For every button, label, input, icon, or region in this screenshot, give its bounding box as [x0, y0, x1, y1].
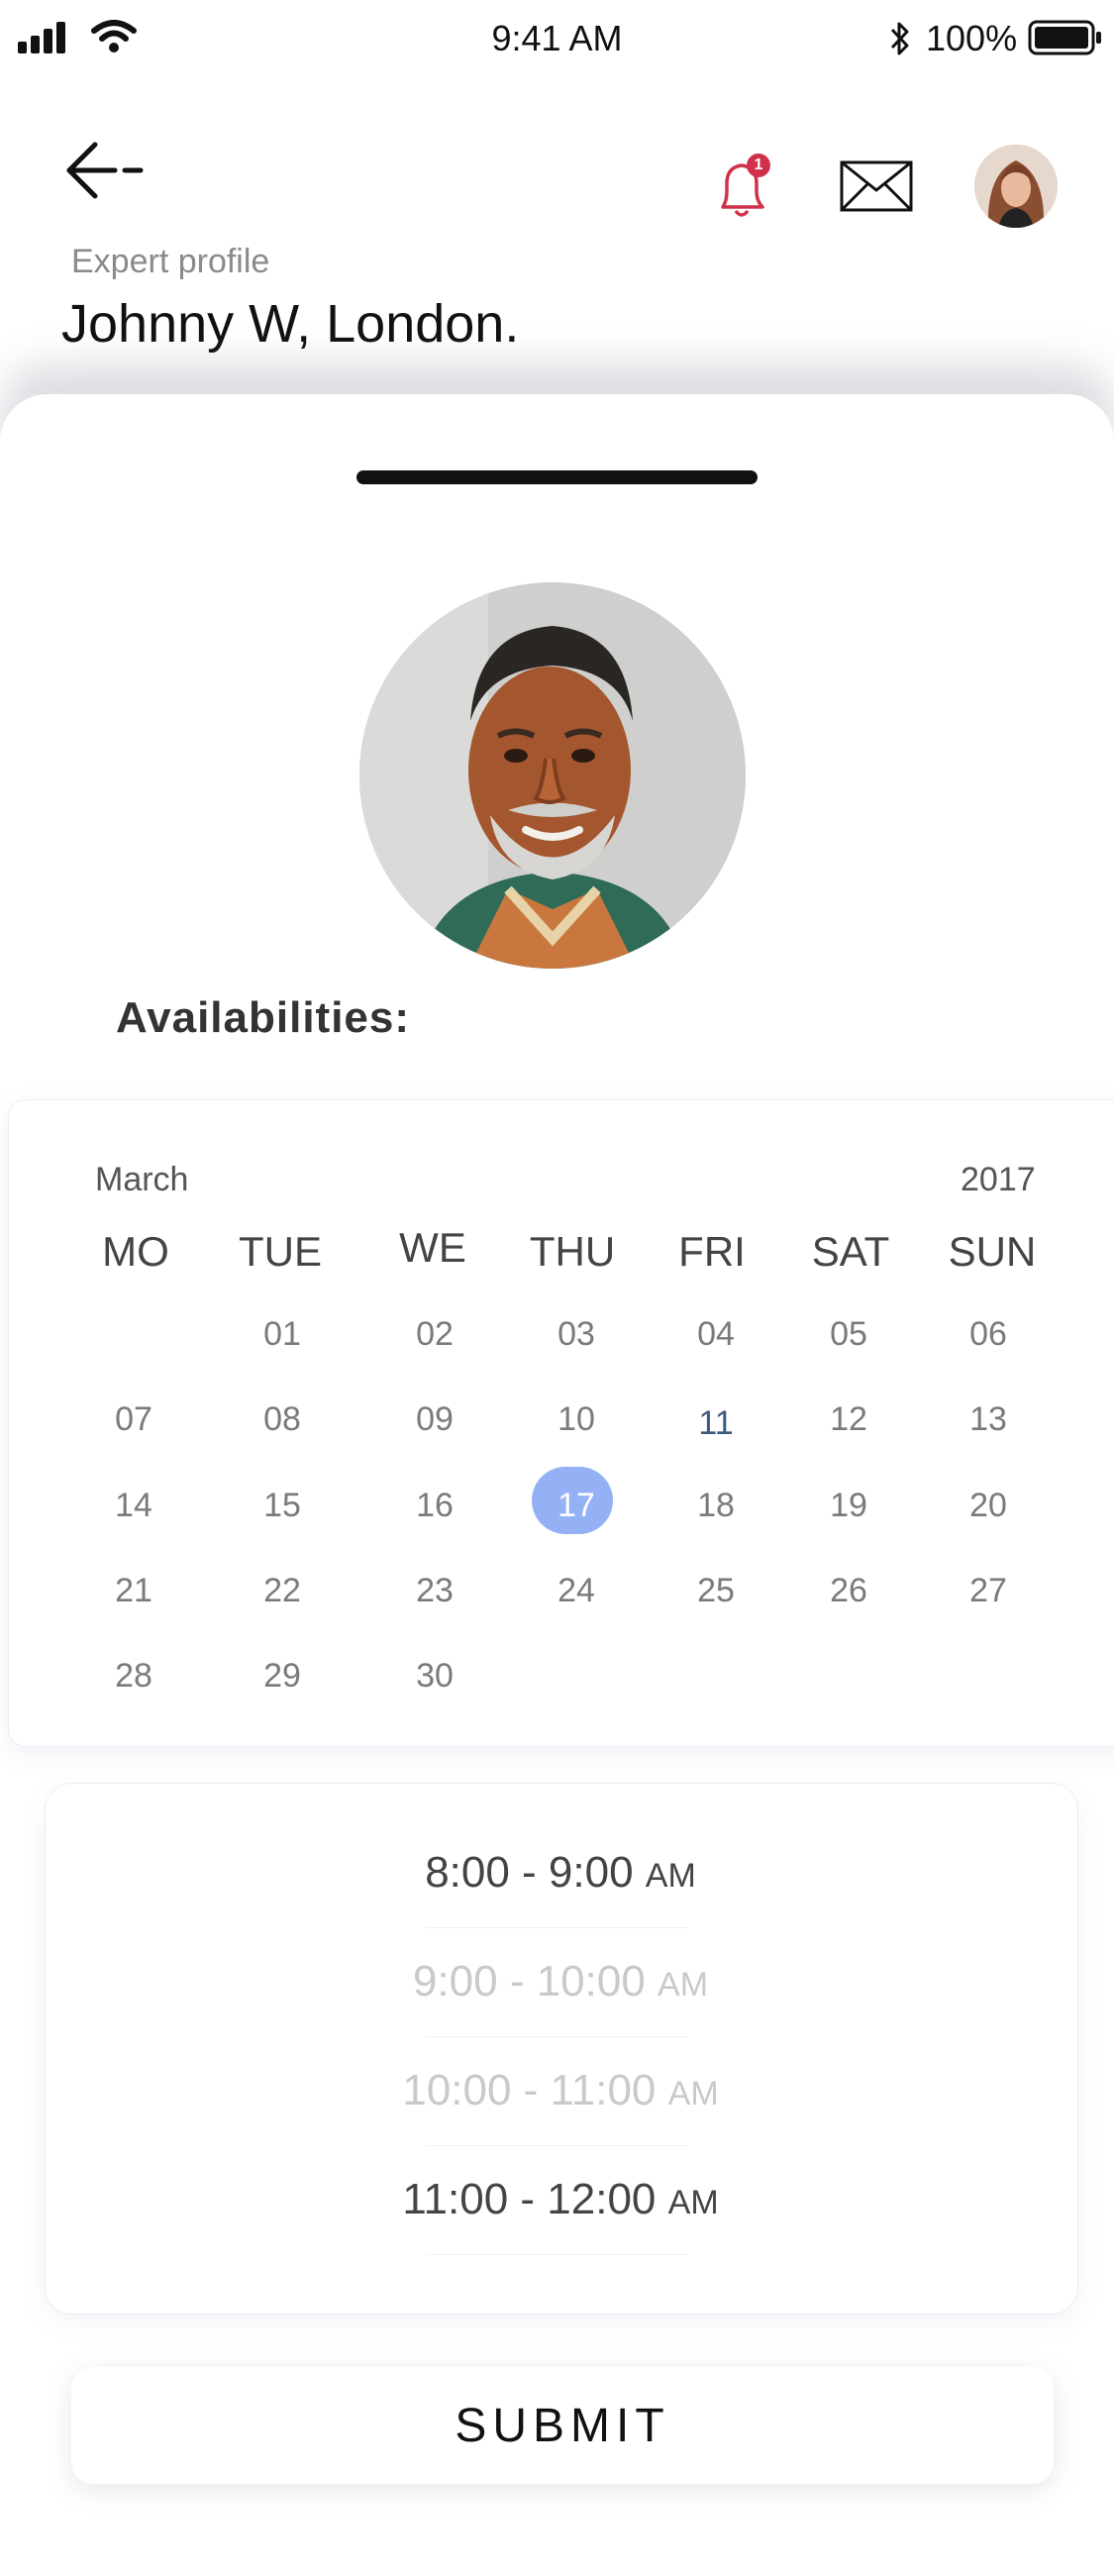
calendar-day[interactable]: 03 — [532, 1315, 621, 1354]
battery-percentage: 100% — [926, 18, 1018, 58]
calendar-day[interactable]: 21 — [89, 1572, 178, 1610]
time-slot-range: 8:00 - 9:00 — [425, 1848, 634, 1897]
weekday-label: FRI — [678, 1228, 746, 1275]
calendar-day[interactable]: 06 — [944, 1315, 1033, 1354]
slot-divider — [426, 1927, 688, 1928]
calendar-day[interactable]: 14 — [89, 1487, 178, 1525]
calendar-day[interactable]: 25 — [671, 1572, 760, 1610]
calendar-day[interactable]: 13 — [944, 1400, 1033, 1439]
calendar-day[interactable]: 29 — [238, 1657, 327, 1696]
time-slot-period: AM — [667, 2184, 719, 2221]
submit-button[interactable]: SUBMIT — [71, 2367, 1054, 2484]
page-title: Johnny W, London. — [61, 294, 520, 354]
calendar-day[interactable]: 08 — [238, 1400, 327, 1439]
time-slot[interactable]: 9:00 - 10:00 AM — [45, 1957, 1076, 2007]
weekday-label: WE — [399, 1224, 466, 1271]
availabilities-heading: Availabilities: — [116, 993, 411, 1042]
calendar-day[interactable]: 24 — [532, 1572, 621, 1610]
mail-icon[interactable] — [840, 160, 913, 212]
calendar-month: March — [95, 1161, 189, 1198]
time-slot[interactable]: 11:00 - 12:00 AM — [45, 2175, 1076, 2224]
weekday-label: THU — [529, 1228, 616, 1275]
calendar-day[interactable]: 16 — [390, 1487, 479, 1525]
calendar-day[interactable]: 26 — [804, 1572, 893, 1610]
calendar-day[interactable]: 30 — [390, 1657, 479, 1696]
status-bar: 9:41 AM 100% — [0, 0, 1114, 79]
time-slot-range: 10:00 - 11:00 — [402, 2066, 657, 2114]
time-slot-range: 9:00 - 10:00 — [412, 1957, 646, 2006]
calendar-day[interactable]: 09 — [390, 1400, 479, 1439]
notification-badge: 1 — [747, 154, 770, 177]
bluetooth-icon — [890, 22, 909, 55]
weekday-label: TUE — [239, 1228, 322, 1275]
calendar-day[interactable]: 07 — [89, 1400, 178, 1439]
calendar-day[interactable]: 12 — [804, 1400, 893, 1439]
time-slot[interactable]: 8:00 - 9:00 AM — [45, 1848, 1076, 1898]
calendar-day[interactable]: 01 — [238, 1315, 327, 1354]
time-slot-period: AM — [667, 2075, 719, 2112]
slot-divider — [426, 2145, 688, 2146]
weekday-label: MO — [102, 1228, 169, 1275]
notification-button[interactable]: 1 — [713, 154, 772, 223]
page-subtitle: Expert profile — [71, 243, 270, 280]
calendar-day-selected[interactable]: 17 — [532, 1487, 621, 1525]
time-slot-range: 11:00 - 12:00 — [402, 2175, 657, 2223]
user-avatar[interactable] — [974, 145, 1058, 228]
time-slot-period: AM — [645, 1857, 696, 1895]
sheet-grabber[interactable] — [356, 470, 758, 484]
calendar-day[interactable]: 04 — [671, 1315, 760, 1354]
slot-divider — [426, 2254, 688, 2255]
battery-icon — [1028, 20, 1101, 55]
calendar-year: 2017 — [961, 1161, 1036, 1198]
calendar-day[interactable]: 10 — [532, 1400, 621, 1439]
weekday-label: SUN — [948, 1228, 1037, 1275]
calendar-day[interactable]: 23 — [390, 1572, 479, 1610]
calendar-day[interactable]: 02 — [390, 1315, 479, 1354]
calendar-day[interactable]: 05 — [804, 1315, 893, 1354]
calendar-day[interactable]: 11 — [671, 1404, 760, 1443]
expert-photo — [359, 582, 746, 969]
calendar-day[interactable]: 22 — [238, 1572, 327, 1610]
calendar-day[interactable]: 20 — [944, 1487, 1033, 1525]
calendar-day[interactable]: 27 — [944, 1572, 1033, 1610]
calendar-day[interactable]: 15 — [238, 1487, 327, 1525]
weekday-label: SAT — [811, 1228, 890, 1275]
back-arrow-icon[interactable] — [63, 139, 147, 202]
calendar-day[interactable]: 28 — [89, 1657, 178, 1696]
time-slot-period: AM — [658, 1966, 709, 2004]
calendar-day[interactable]: 18 — [671, 1487, 760, 1525]
calendar-day[interactable]: 19 — [804, 1487, 893, 1525]
time-slot[interactable]: 10:00 - 11:00 AM — [45, 2066, 1076, 2115]
slot-divider — [426, 2036, 688, 2037]
